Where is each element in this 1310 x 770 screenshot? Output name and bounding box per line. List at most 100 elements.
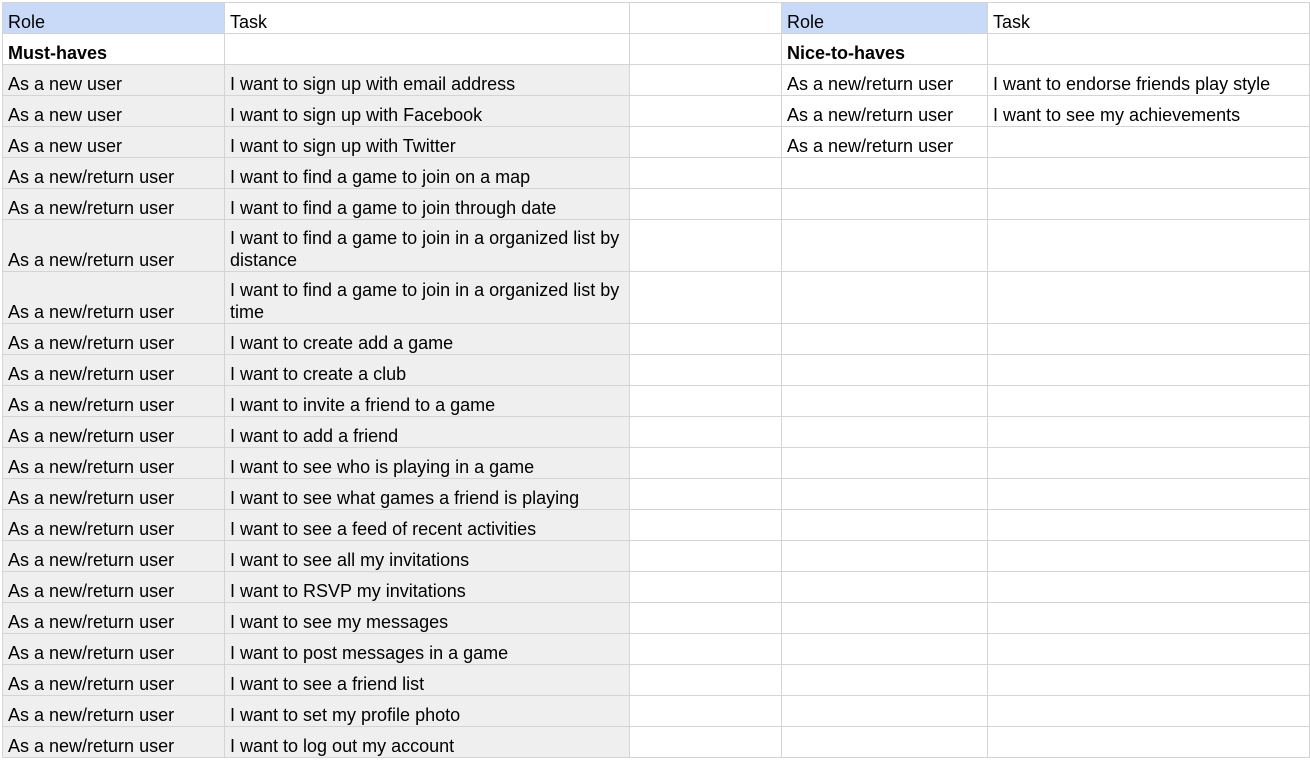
empty-cell[interactable] [781, 157, 988, 189]
header-cell-task-left[interactable]: Task [224, 2, 630, 34]
empty-cell[interactable] [987, 478, 1310, 510]
empty-cell[interactable] [781, 633, 988, 665]
section-title-nice-to-haves[interactable]: Nice-to-haves [781, 33, 988, 65]
empty-cell[interactable] [781, 602, 988, 634]
empty-cell[interactable] [629, 271, 782, 324]
empty-cell[interactable] [987, 323, 1310, 355]
empty-cell[interactable] [629, 540, 782, 572]
empty-cell[interactable] [781, 447, 988, 479]
must-have-task-cell[interactable]: I want to create add a game [224, 323, 630, 355]
must-have-task-cell[interactable]: I want to sign up with Twitter [224, 126, 630, 158]
empty-cell[interactable] [987, 633, 1310, 665]
must-have-role-cell[interactable]: As a new user [2, 64, 225, 96]
nice-to-have-task-cell[interactable]: I want to see my achievements [987, 95, 1310, 127]
must-have-role-cell[interactable]: As a new/return user [2, 571, 225, 603]
must-have-task-cell[interactable]: I want to sign up with email address [224, 64, 630, 96]
empty-cell[interactable] [629, 571, 782, 603]
empty-cell[interactable] [781, 540, 988, 572]
nice-to-have-task-cell[interactable] [987, 126, 1310, 158]
empty-cell[interactable] [987, 354, 1310, 386]
empty-cell[interactable] [629, 602, 782, 634]
empty-cell[interactable] [629, 323, 782, 355]
empty-cell[interactable] [987, 416, 1310, 448]
must-have-role-cell[interactable]: As a new/return user [2, 219, 225, 272]
empty-cell[interactable] [987, 188, 1310, 220]
empty-cell[interactable] [781, 664, 988, 696]
empty-cell[interactable] [629, 478, 782, 510]
empty-cell[interactable] [781, 219, 988, 272]
must-have-task-cell[interactable]: I want to see all my invitations [224, 540, 630, 572]
must-have-task-cell[interactable]: I want to create a club [224, 354, 630, 386]
must-have-task-cell[interactable]: I want to see my messages [224, 602, 630, 634]
must-have-role-cell[interactable]: As a new/return user [2, 416, 225, 448]
must-have-role-cell[interactable]: As a new/return user [2, 188, 225, 220]
must-have-role-cell[interactable]: As a new/return user [2, 271, 225, 324]
must-have-role-cell[interactable]: As a new/return user [2, 323, 225, 355]
empty-cell[interactable] [987, 695, 1310, 727]
empty-cell[interactable] [629, 219, 782, 272]
empty-cell[interactable] [781, 323, 988, 355]
must-have-task-cell[interactable]: I want to post messages in a game [224, 633, 630, 665]
empty-cell[interactable] [629, 695, 782, 727]
must-have-role-cell[interactable]: As a new/return user [2, 633, 225, 665]
must-have-role-cell[interactable]: As a new/return user [2, 385, 225, 417]
must-have-role-cell[interactable]: As a new/return user [2, 157, 225, 189]
empty-cell[interactable] [629, 188, 782, 220]
empty-cell[interactable] [987, 447, 1310, 479]
empty-cell[interactable] [629, 95, 782, 127]
empty-cell[interactable] [629, 2, 782, 34]
must-have-role-cell[interactable]: As a new/return user [2, 695, 225, 727]
must-have-role-cell[interactable]: As a new/return user [2, 478, 225, 510]
empty-cell[interactable] [781, 385, 988, 417]
must-have-task-cell[interactable]: I want to see a feed of recent activitie… [224, 509, 630, 541]
empty-cell[interactable] [987, 33, 1310, 65]
must-have-task-cell[interactable]: I want to find a game to join on a map [224, 157, 630, 189]
empty-cell[interactable] [629, 64, 782, 96]
empty-cell[interactable] [781, 509, 988, 541]
empty-cell[interactable] [629, 157, 782, 189]
must-have-role-cell[interactable]: As a new user [2, 126, 225, 158]
empty-cell[interactable] [781, 478, 988, 510]
must-have-task-cell[interactable]: I want to see a friend list [224, 664, 630, 696]
nice-to-have-role-cell[interactable]: As a new/return user [781, 64, 988, 96]
empty-cell[interactable] [629, 664, 782, 696]
must-have-role-cell[interactable]: As a new/return user [2, 540, 225, 572]
nice-to-have-role-cell[interactable]: As a new/return user [781, 95, 988, 127]
empty-cell[interactable] [987, 726, 1310, 758]
header-cell-role-left[interactable]: Role [2, 2, 225, 34]
must-have-role-cell[interactable]: As a new/return user [2, 726, 225, 758]
empty-cell[interactable] [781, 188, 988, 220]
empty-cell[interactable] [987, 602, 1310, 634]
empty-cell[interactable] [629, 509, 782, 541]
header-cell-role-right[interactable]: Role [781, 2, 988, 34]
empty-cell[interactable] [629, 447, 782, 479]
empty-cell[interactable] [629, 33, 782, 65]
empty-cell[interactable] [629, 633, 782, 665]
empty-cell[interactable] [987, 664, 1310, 696]
must-have-role-cell[interactable]: As a new/return user [2, 664, 225, 696]
empty-cell[interactable] [987, 571, 1310, 603]
empty-cell[interactable] [781, 271, 988, 324]
section-title-must-haves[interactable]: Must-haves [2, 33, 225, 65]
empty-cell[interactable] [629, 416, 782, 448]
must-have-task-cell[interactable]: I want to add a friend [224, 416, 630, 448]
empty-cell[interactable] [781, 695, 988, 727]
must-have-task-cell[interactable]: I want to find a game to join through da… [224, 188, 630, 220]
empty-cell[interactable] [987, 509, 1310, 541]
must-have-role-cell[interactable]: As a new/return user [2, 509, 225, 541]
must-have-task-cell[interactable]: I want to find a game to join in a organ… [224, 219, 630, 272]
empty-cell[interactable] [781, 726, 988, 758]
must-have-task-cell[interactable]: I want to see who is playing in a game [224, 447, 630, 479]
empty-cell[interactable] [781, 416, 988, 448]
must-have-role-cell[interactable]: As a new/return user [2, 602, 225, 634]
empty-cell[interactable] [629, 726, 782, 758]
empty-cell[interactable] [629, 126, 782, 158]
must-have-task-cell[interactable]: I want to log out my account [224, 726, 630, 758]
must-have-task-cell[interactable]: I want to invite a friend to a game [224, 385, 630, 417]
empty-cell[interactable] [781, 354, 988, 386]
must-have-role-cell[interactable]: As a new/return user [2, 354, 225, 386]
must-have-role-cell[interactable]: As a new/return user [2, 447, 225, 479]
empty-cell[interactable] [987, 540, 1310, 572]
must-have-task-cell[interactable]: I want to sign up with Facebook [224, 95, 630, 127]
empty-cell[interactable] [987, 385, 1310, 417]
